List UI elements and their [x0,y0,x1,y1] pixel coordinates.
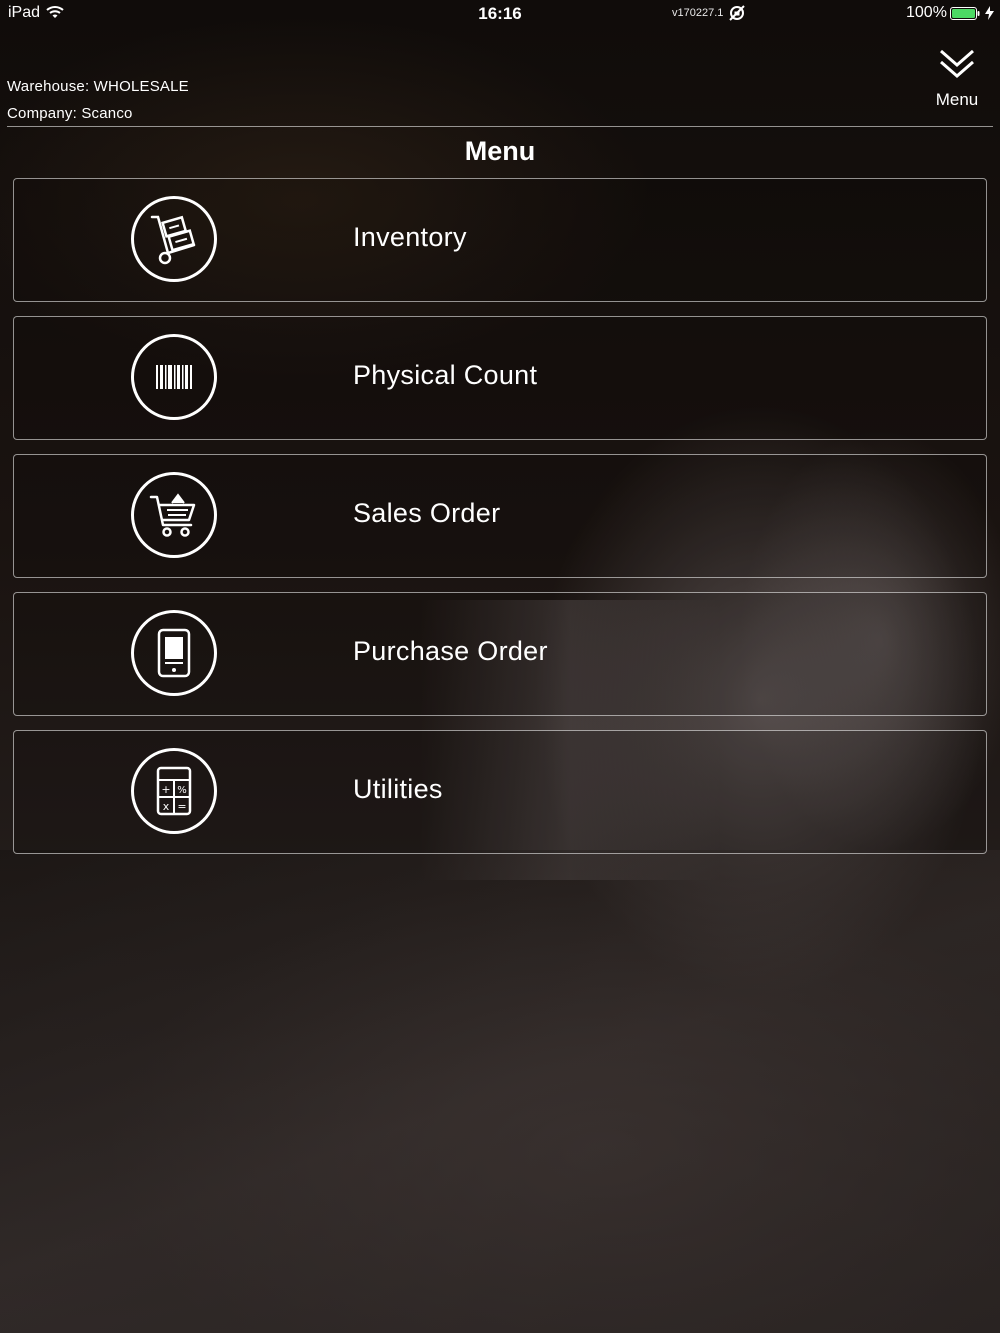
svg-text:x: x [163,800,170,813]
menu-item-utilities[interactable]: + % x = Utilities [13,730,987,854]
double-chevron-down-icon [920,48,994,80]
calculator-icon: + % x = [131,748,217,834]
header-info: Warehouse: WHOLESALE Company: Scanco [7,73,189,127]
rotation-lock-icon [728,4,746,22]
header-divider [7,126,993,127]
svg-text:=: = [177,800,186,813]
menu-item-label: Physical Count [353,360,538,390]
app-version: v170227.1 [672,7,724,19]
shopping-cart-icon [131,472,217,558]
menu-item-label: Inventory [353,222,467,252]
menu-toggle-label: Menu [935,90,979,109]
status-bar: iPad 16:16 v170227.1 100% [0,0,1000,28]
menu-item-inventory[interactable]: Inventory [13,178,987,302]
page-title: Menu [464,136,536,166]
warehouse-label: Warehouse: WHOLESALE [7,78,189,95]
battery-icon [950,7,980,20]
menu-item-label: Sales Order [353,498,501,528]
menu-item-sales-order[interactable]: Sales Order [13,454,987,578]
barcode-icon [131,334,217,420]
hand-truck-icon [131,196,217,282]
menu-item-label: Utilities [353,774,443,804]
svg-text:%: % [177,785,187,796]
menu-item-purchase-order[interactable]: Purchase Order [13,592,987,716]
battery-percent: 100% [906,4,947,21]
menu-toggle-button[interactable]: Menu [920,48,994,120]
clock: 16:16 [478,4,522,23]
svg-text:+: + [161,783,170,796]
menu-item-physical-count[interactable]: Physical Count [13,316,987,440]
charging-icon [985,6,994,20]
company-label: Company: Scanco [7,105,133,122]
main-menu-list: Inventory Physical Count Sales Order Pur… [13,178,987,868]
menu-item-label: Purchase Order [353,636,548,666]
tablet-icon [131,610,217,696]
